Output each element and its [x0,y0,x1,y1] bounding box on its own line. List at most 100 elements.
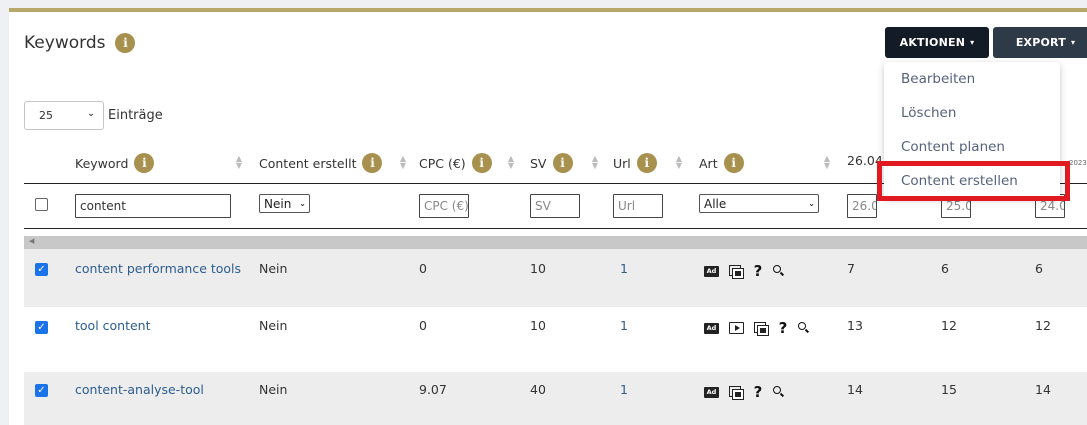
keyword-link[interactable]: tool content [75,318,151,333]
date-2-cell: 6 [941,261,949,276]
info-icon[interactable]: i [362,153,383,173]
chevron-down-icon: ⌄ [87,109,95,119]
caret-down-icon: ▾ [1070,38,1076,47]
scroll-left-icon[interactable]: ◀ [29,237,34,245]
content-erstellt-filter-select[interactable]: Nein ⌄ [259,194,310,213]
actions-dropdown-menu: Bearbeiten Löschen Content planen Conten… [884,62,1060,198]
page-title-text: Keywords [24,33,106,53]
actions-button[interactable]: AKTIONEN ▾ [885,27,989,58]
url-link[interactable]: 1 [620,261,628,276]
page-length-select[interactable]: 25 ⌄ [24,101,104,130]
column-header-url[interactable]: Url i [613,153,657,173]
column-header-cpc[interactable]: CPC (€) i [419,153,492,173]
cpc-filter-input[interactable]: CPC (€) [419,194,469,218]
table-row: ✓ tool content Nein 0 10 1 Ad ? 13 12 12 [24,307,1087,372]
info-icon[interactable]: i [471,153,492,173]
search-icon [773,386,785,398]
question-icon: ? [753,383,763,401]
cpc-cell: 9.07 [419,382,447,397]
date-1-filter-input[interactable]: 26.0 [847,194,877,218]
document-icon [754,321,769,336]
art-icons: Ad ? [704,383,795,401]
row-checkbox[interactable]: ✓ [35,263,48,276]
horizontal-scrollbar[interactable]: ◀ [24,236,1087,249]
column-header-content-erstellt[interactable]: Content erstellt i [259,153,383,173]
sv-cell: 10 [530,318,546,333]
export-button[interactable]: EXPORT ▾ [993,27,1087,58]
keyword-filter-input[interactable]: content [75,194,231,218]
info-icon[interactable]: i [134,153,155,173]
page-length-value: 25 [39,109,53,122]
url-filter-input[interactable]: Url [613,194,663,218]
column-header-keyword[interactable]: Keyword i [75,153,155,173]
ad-icon: Ad [704,322,719,334]
select-value: Nein [264,196,292,211]
actions-button-label: AKTIONEN [899,36,966,49]
info-icon[interactable]: i [552,153,573,173]
filter-divider [24,228,1087,229]
date-1-cell: 14 [847,382,863,397]
date-2-cell: 12 [941,318,957,333]
sort-icon[interactable]: ▲ ▼ [235,155,243,170]
url-link[interactable]: 1 [620,382,628,397]
column-label: 26.04 [847,153,883,168]
cpc-cell: 0 [419,318,427,333]
row-checkbox[interactable]: ✓ [35,384,48,397]
art-icons: Ad ? [704,262,795,280]
menu-item-loeschen[interactable]: Löschen [901,105,956,121]
row-checkbox[interactable]: ✓ [35,321,48,334]
sv-cell: 40 [530,382,546,397]
question-icon: ? [753,262,763,280]
question-icon: ? [778,319,788,337]
menu-item-bearbeiten[interactable]: Bearbeiten [901,71,975,87]
table-row: ✓ content-analyse-tool Nein 9.07 40 1 Ad… [24,372,1087,425]
info-icon[interactable]: i [636,153,657,173]
art-icons: Ad ? [704,319,824,337]
keywords-panel: Keywords i AKTIONEN ▾ EXPORT ▾ Bearbeite… [9,8,1087,425]
caret-down-icon: ▾ [970,38,975,47]
chevron-down-icon: ⌄ [808,199,815,208]
entries-label: Einträge [108,108,163,123]
content-erstellt-cell: Nein [259,318,288,333]
column-label: Keyword [75,155,129,171]
keyword-link[interactable]: content performance tools [75,261,241,276]
sort-icon[interactable]: ▲ ▼ [399,155,407,170]
column-label: Content erstellt [259,155,357,171]
sort-icon[interactable]: ▲ ▼ [591,155,599,170]
document-icon [729,385,744,400]
content-erstellt-cell: Nein [259,382,288,397]
info-icon[interactable]: i [115,33,136,53]
column-header-art[interactable]: Art i [699,153,744,173]
column-header-date-1[interactable]: 26.04 [847,153,883,168]
column-label: Art [699,155,718,171]
date-3-cell: 12 [1035,318,1051,333]
column-label: SV [530,155,547,171]
sort-icon[interactable]: ▲ ▼ [507,155,515,170]
select-all-checkbox[interactable] [35,198,48,211]
menu-item-content-erstellen[interactable]: Content erstellen [901,173,1018,189]
column-header-sv[interactable]: SV i [530,153,573,173]
art-filter-select[interactable]: Alle ⌄ [699,194,819,213]
info-icon[interactable]: i [723,153,744,173]
date-1-cell: 13 [847,318,863,333]
video-icon [729,322,744,334]
sv-filter-input[interactable]: SV [530,194,580,218]
page-title: Keywords i [24,33,136,53]
column-label: CPC (€) [419,155,466,171]
date-3-cell: 14 [1035,382,1051,397]
sv-cell: 10 [530,261,546,276]
chevron-down-icon: ⌄ [299,199,306,208]
ad-icon: Ad [704,265,719,277]
keyword-link[interactable]: content-analyse-tool [75,382,204,397]
sort-icon[interactable]: ▲ ▼ [675,155,683,170]
export-button-label: EXPORT [1015,36,1066,49]
column-header-date-year: 2023 [1069,159,1087,167]
sort-icon[interactable]: ▲ ▼ [823,155,831,170]
date-2-cell: 15 [941,382,957,397]
search-icon [773,265,785,277]
cpc-cell: 0 [419,261,427,276]
date-3-cell: 6 [1035,261,1043,276]
ad-icon: Ad [704,386,719,398]
url-link[interactable]: 1 [620,318,628,333]
menu-item-content-planen[interactable]: Content planen [901,139,1005,155]
